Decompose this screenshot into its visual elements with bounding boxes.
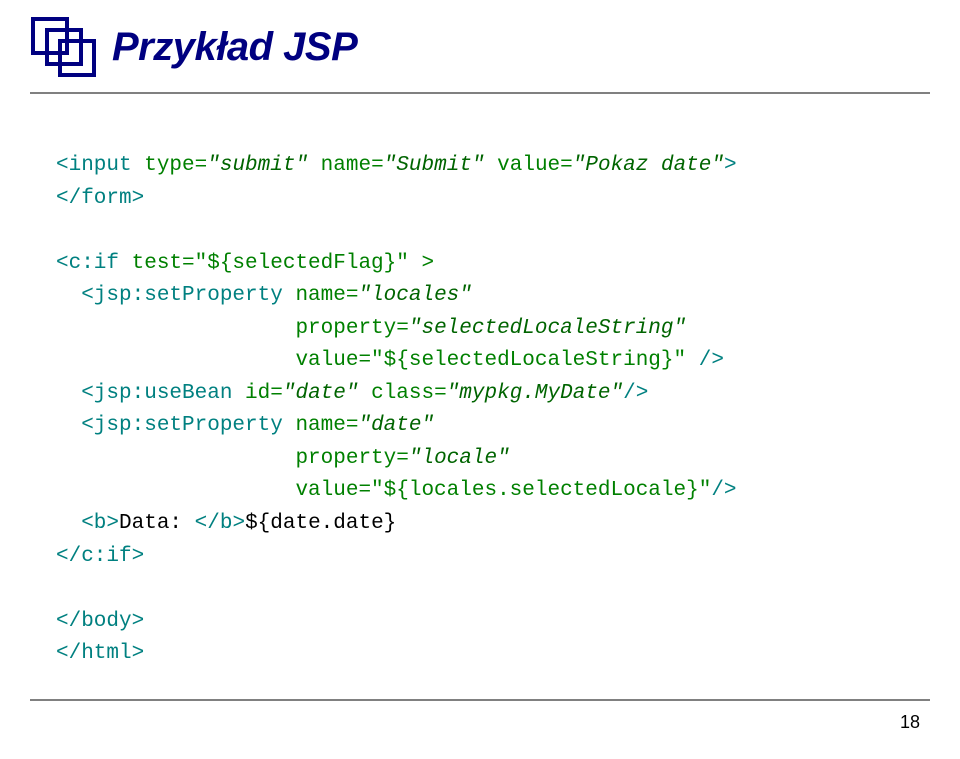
code-token: name= <box>308 154 384 177</box>
divider-top <box>30 92 930 94</box>
code-token: value="${selectedLocaleString}" <box>56 349 699 372</box>
code-token: "locales" <box>358 284 471 307</box>
code-token: property= <box>56 317 409 340</box>
code-token: </c:if> <box>56 545 144 568</box>
overlap-squares-icon <box>30 16 96 78</box>
code-token: class= <box>358 382 446 405</box>
code-token: "submit" <box>207 154 308 177</box>
code-token: <c:if <box>56 252 119 275</box>
code-token: property= <box>56 447 409 470</box>
code-token: name= <box>283 414 359 437</box>
code-token: </body> <box>56 610 144 633</box>
code-token: "mypkg.MyDate" <box>447 382 623 405</box>
code-token: type= <box>132 154 208 177</box>
code-token: <jsp:useBean <box>56 382 232 405</box>
code-token: </b> <box>195 512 245 535</box>
code-token: name= <box>283 284 359 307</box>
code-token: test="${selectedFlag}" > <box>119 252 434 275</box>
code-token: "Submit" <box>384 154 485 177</box>
code-token: > <box>724 154 737 177</box>
code-token: id= <box>232 382 282 405</box>
code-token: value="${locales.selectedLocale}" <box>56 479 711 502</box>
code-token: /> <box>623 382 648 405</box>
code-token: value= <box>485 154 573 177</box>
code-token: /> <box>699 349 724 372</box>
divider-bottom <box>30 699 930 701</box>
slide-header: Przykład JSP <box>0 0 960 78</box>
code-block: <input type="submit" name="Submit" value… <box>56 150 904 671</box>
code-token: "date" <box>358 414 434 437</box>
code-token: <jsp:setProperty <box>56 414 283 437</box>
code-token: <input <box>56 154 132 177</box>
slide: Przykład JSP <input type="submit" name="… <box>0 0 960 759</box>
code-token: /> <box>711 479 736 502</box>
slide-title: Przykład JSP <box>112 25 357 70</box>
code-token: "date" <box>283 382 359 405</box>
code-token: Data: <box>119 512 195 535</box>
code-token: <jsp:setProperty <box>56 284 283 307</box>
page-number: 18 <box>900 712 920 733</box>
code-token: "selectedLocaleString" <box>409 317 686 340</box>
code-token: </form> <box>56 187 144 210</box>
code-token: ${date.date} <box>245 512 396 535</box>
code-token: <b> <box>56 512 119 535</box>
code-token: "locale" <box>409 447 510 470</box>
code-token: "Pokaz date" <box>573 154 724 177</box>
code-token: </html> <box>56 642 144 665</box>
